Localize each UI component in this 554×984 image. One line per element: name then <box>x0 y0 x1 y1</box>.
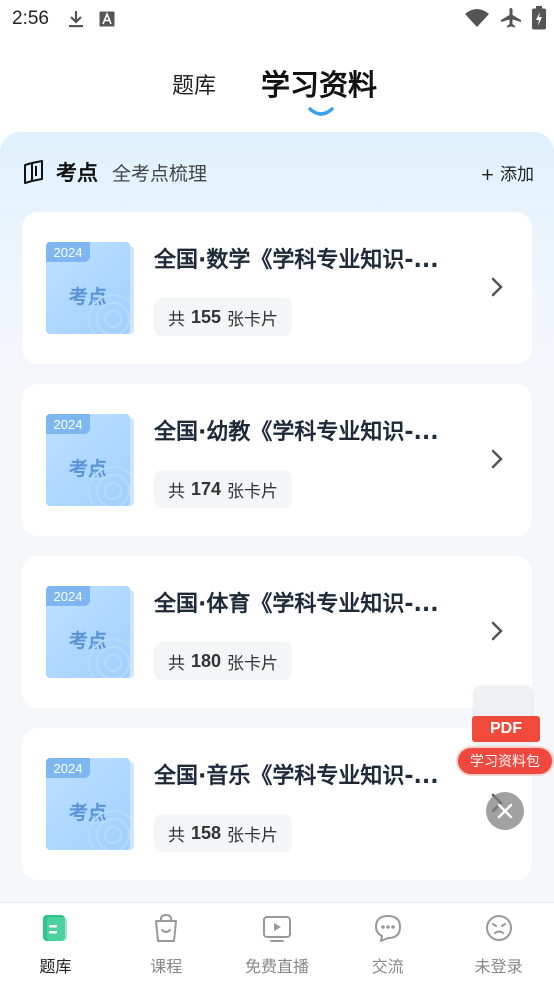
year-badge: 2024 <box>46 586 90 606</box>
top-tabs: 题库 学习资料 <box>0 58 554 118</box>
nav-community[interactable]: 交流 <box>332 903 443 984</box>
wifi-icon <box>464 8 490 32</box>
nav-label: 未登录 <box>474 957 523 976</box>
card-title: 全国·音乐《学科专业知识-... <box>154 764 439 789</box>
material-card[interactable]: 2024 考点 全国·幼教《学科专业知识-... 共 174 张卡片 <box>22 384 532 536</box>
font-a-icon <box>99 11 115 27</box>
chat-bubble-icon <box>373 913 403 947</box>
year-badge: 2024 <box>46 242 90 262</box>
card-count: 共 158 张卡片 <box>154 814 293 852</box>
tab-question-bank[interactable]: 题库 <box>172 68 216 100</box>
nav-label: 免费直播 <box>244 957 309 976</box>
card-thumbnail: 2024 考点 <box>46 242 136 334</box>
nav-course[interactable]: 课程 <box>111 903 222 984</box>
tab-study-materials[interactable]: 学习资料 <box>261 62 377 104</box>
card-count: 共 174 张卡片 <box>154 470 293 508</box>
section-title: 考点 <box>56 161 98 185</box>
nav-question-bank[interactable]: 题库 <box>0 903 111 984</box>
battery-icon <box>532 6 546 34</box>
nav-profile[interactable]: 未登录 <box>443 903 554 984</box>
add-button[interactable]: + 添加 <box>480 160 534 185</box>
active-tab-indicator <box>308 102 334 121</box>
live-play-icon <box>262 913 292 947</box>
airplane-icon <box>500 7 522 33</box>
book-icon <box>22 160 46 184</box>
close-icon[interactable] <box>486 792 524 830</box>
question-bank-icon <box>41 913 69 947</box>
course-bag-icon <box>152 913 180 947</box>
card-thumbnail: 2024 考点 <box>46 758 136 850</box>
chevron-right-icon <box>490 276 504 302</box>
year-badge: 2024 <box>46 414 90 434</box>
study-pack-pill[interactable]: 学习资料包 <box>456 746 554 776</box>
card-title: 全国·体育《学科专业知识-... <box>154 592 439 617</box>
nav-label: 交流 <box>371 957 404 976</box>
nav-label: 课程 <box>150 957 183 976</box>
card-thumbnail: 2024 考点 <box>46 586 136 678</box>
card-count: 共 180 张卡片 <box>154 642 293 680</box>
user-face-icon <box>484 913 514 947</box>
nav-free-live[interactable]: 免费直播 <box>222 903 333 984</box>
chevron-right-icon <box>490 448 504 474</box>
nav-label: 题库 <box>39 957 72 976</box>
card-thumbnail: 2024 考点 <box>46 414 136 506</box>
year-badge: 2024 <box>46 758 90 778</box>
card-count: 共 155 张卡片 <box>154 298 293 336</box>
status-bar: 2:56 <box>0 0 554 38</box>
download-icon <box>67 9 85 29</box>
section-subtitle: 全考点梳理 <box>112 162 208 185</box>
study-pack-float-ad[interactable]: PDF 学习资料包 <box>456 686 554 780</box>
materials-content: 考点 全考点梳理 + 添加 2024 考点 全国·数学《学科专业知识-... 共… <box>0 132 554 902</box>
status-time: 2:56 <box>12 8 49 29</box>
material-card[interactable]: 2024 考点 全国·数学《学科专业知识-... 共 155 张卡片 <box>22 212 532 364</box>
section-header: 考点 全考点梳理 + 添加 <box>22 156 534 188</box>
chevron-right-icon <box>490 620 504 646</box>
card-title: 全国·幼教《学科专业知识-... <box>154 420 439 445</box>
bottom-nav: 题库 课程 免费直播 交流 未登录 <box>0 902 554 984</box>
card-title: 全国·数学《学科专业知识-... <box>154 248 439 273</box>
pdf-tag: PDF <box>472 716 540 742</box>
